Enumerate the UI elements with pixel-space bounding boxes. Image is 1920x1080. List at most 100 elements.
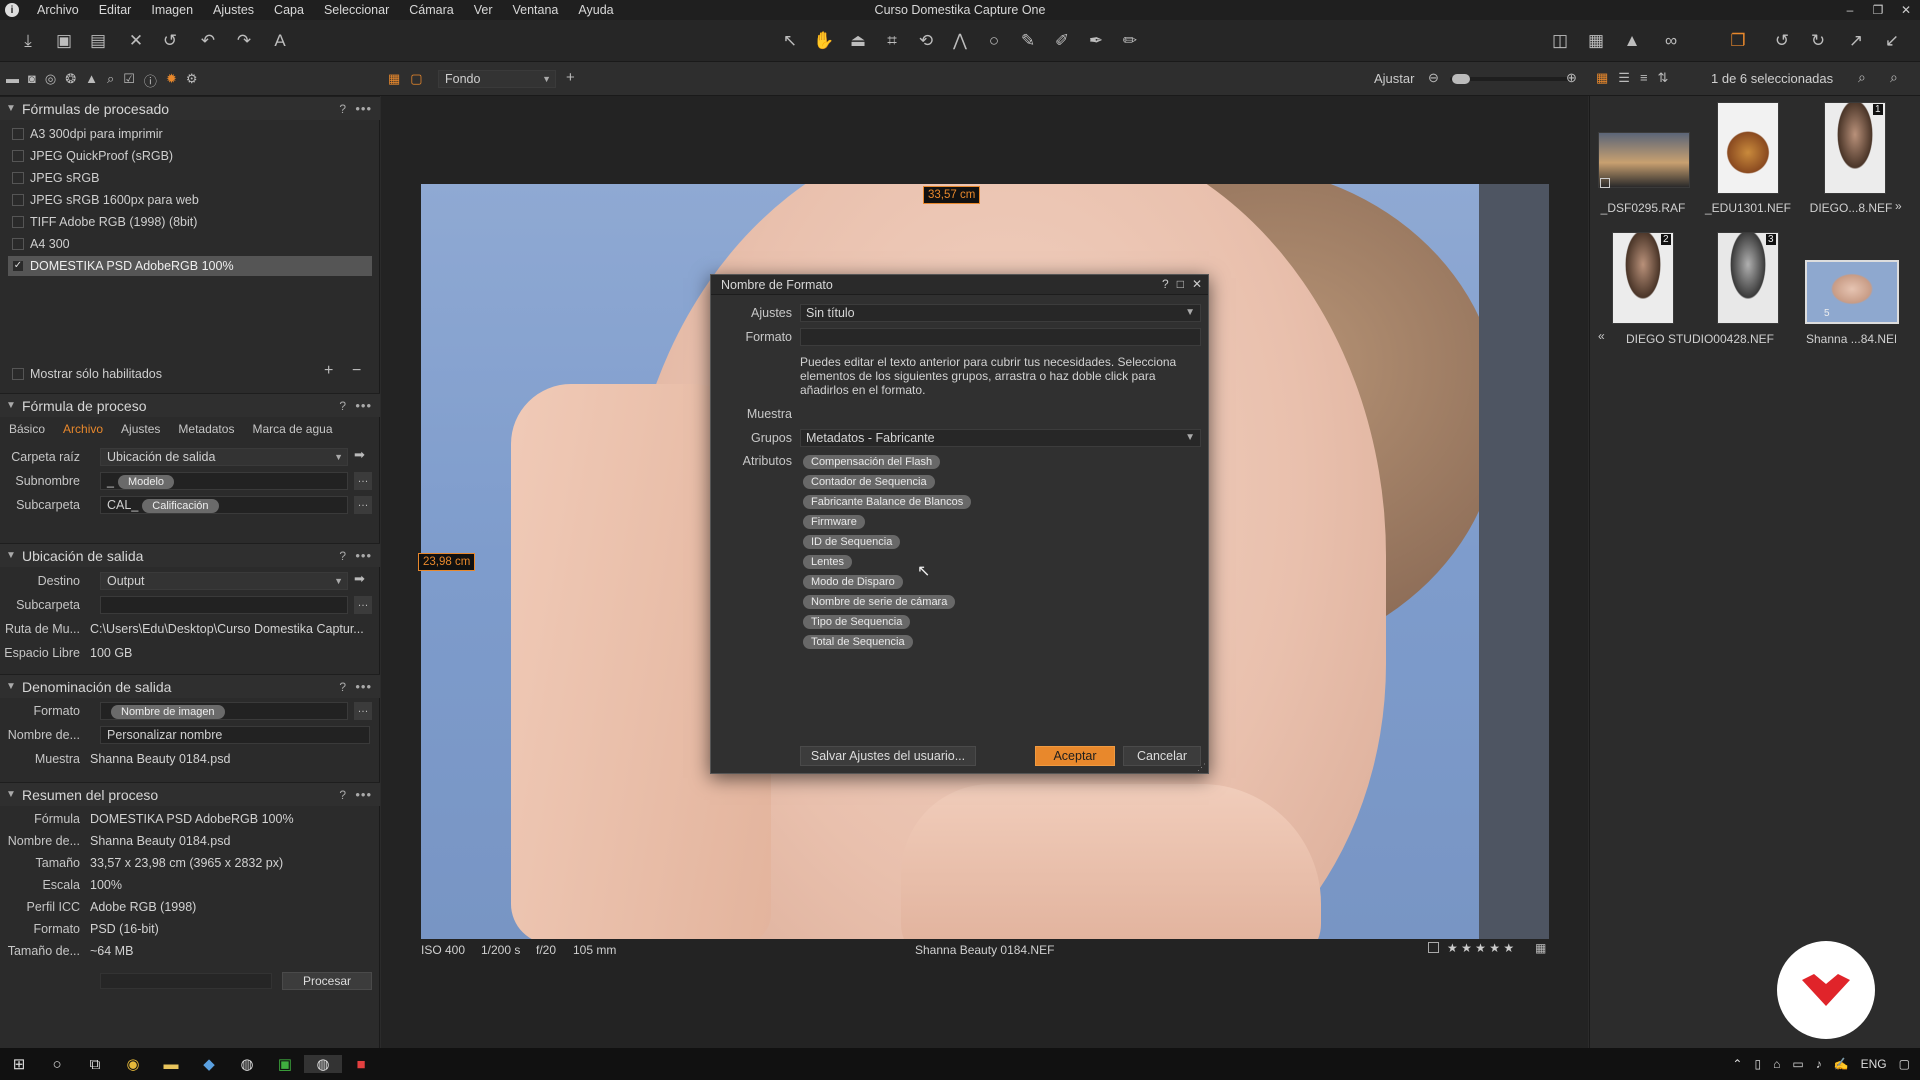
recipe-item[interactable]: A3 300dpi para imprimir: [8, 124, 372, 144]
attribute-token[interactable]: Lentes: [803, 555, 853, 569]
reset-icon[interactable]: ↺: [158, 30, 182, 52]
multi-view-icon[interactable]: ▦: [388, 71, 400, 87]
more-icon[interactable]: •••: [355, 101, 372, 116]
copy-settings-icon[interactable]: ❐: [1726, 30, 1750, 52]
process-recipe-header[interactable]: ▼ Fórmula de proceso ? •••: [0, 393, 380, 417]
hand-pan-icon[interactable]: ✋: [812, 30, 836, 52]
background-select[interactable]: Fondo ▼: [438, 70, 556, 88]
help-icon[interactable]: ?: [339, 102, 346, 116]
cancel-button[interactable]: Cancelar: [1123, 746, 1201, 766]
menu-ver[interactable]: Ver: [464, 3, 503, 17]
help-icon[interactable]: ?: [339, 680, 346, 694]
arrow-right-icon[interactable]: ➡: [354, 571, 365, 587]
keystone-icon[interactable]: ⋀: [948, 30, 972, 52]
accept-button[interactable]: Aceptar: [1035, 746, 1115, 766]
battery-icon[interactable]: ▯: [1754, 1057, 1761, 1071]
attribute-token[interactable]: ID de Sequencia: [803, 535, 901, 549]
tab-basico[interactable]: Básico: [0, 419, 54, 439]
dialog-grupos-select[interactable]: Metadatos - Fabricante ▼: [800, 429, 1201, 447]
show-enabled-checkbox[interactable]: [12, 368, 24, 380]
output-tab-icon[interactable]: ✹: [166, 71, 177, 90]
dialog-formato-input[interactable]: [800, 328, 1201, 346]
help-icon[interactable]: ?: [339, 399, 346, 413]
select-cursor-icon[interactable]: ↖: [778, 30, 802, 52]
fit-label[interactable]: Ajustar: [1374, 71, 1414, 86]
task-view-icon[interactable]: ⧉: [76, 1056, 114, 1073]
rotate-left-icon[interactable]: ↺: [1770, 30, 1794, 52]
menu-ajustes[interactable]: Ajustes: [203, 3, 264, 17]
attribute-token[interactable]: Total de Sequencia: [803, 635, 913, 649]
expand-icon[interactable]: ↗: [1844, 30, 1868, 52]
destination-select[interactable]: Output ▼: [100, 572, 348, 590]
zoom-slider[interactable]: [1450, 74, 1570, 84]
recipe-checkbox-checked[interactable]: ✓: [12, 260, 24, 272]
process-button[interactable]: Procesar: [282, 972, 372, 990]
recipe-checkbox[interactable]: [12, 128, 24, 140]
output-location-header[interactable]: ▼ Ubicación de salida ? •••: [0, 543, 380, 567]
thumb-checkbox[interactable]: [1600, 178, 1610, 188]
dialog-ajustes-select[interactable]: Sin título ▼: [800, 304, 1201, 322]
recipe-item-selected[interactable]: ✓ DOMESTIKA PSD AdobeRGB 100%: [8, 256, 372, 276]
more-icon[interactable]: •••: [355, 398, 372, 413]
proof-icon[interactable]: ◫: [1548, 30, 1572, 52]
output-naming-header[interactable]: ▼ Denominación de salida ? •••: [0, 674, 380, 698]
search-icon[interactable]: ⌕: [1890, 69, 1898, 86]
recipe-checkbox[interactable]: [12, 172, 24, 184]
next-icon[interactable]: »: [1895, 199, 1902, 213]
token-modelo[interactable]: Modelo: [117, 475, 175, 489]
recipe-checkbox[interactable]: [12, 238, 24, 250]
chrome-icon[interactable]: ◉: [114, 1055, 152, 1073]
attribute-token[interactable]: Nombre de serie de cámara: [803, 595, 956, 609]
capture-one-icon[interactable]: ◍: [228, 1055, 266, 1073]
tray-chevron-icon[interactable]: ⌃: [1732, 1057, 1742, 1071]
add-recipe-icon[interactable]: +: [324, 362, 333, 380]
attribute-token[interactable]: Firmware: [803, 515, 865, 529]
text-tool-icon[interactable]: A: [268, 30, 292, 52]
language-indicator[interactable]: ENG: [1861, 1057, 1887, 1071]
menu-imagen[interactable]: Imagen: [141, 3, 203, 17]
recipe-item[interactable]: JPEG sRGB 1600px para web: [8, 190, 372, 210]
dialog-titlebar[interactable]: Nombre de Formato ? □ ✕: [711, 275, 1208, 295]
volume-icon[interactable]: ♪: [1816, 1057, 1822, 1071]
batch-tab-icon[interactable]: ⚙: [186, 71, 198, 90]
recipe-item[interactable]: JPEG QuickProof (sRGB): [8, 146, 372, 166]
thumbnail[interactable]: [1824, 102, 1886, 194]
tab-archivo[interactable]: Archivo: [54, 419, 112, 439]
rotate-icon[interactable]: ⟲: [914, 30, 938, 52]
rotate-right-icon[interactable]: ↻: [1806, 30, 1830, 52]
folder-icon[interactable]: ▤: [86, 30, 110, 52]
menu-seleccionar[interactable]: Seleccionar: [314, 3, 399, 17]
minimize-button[interactable]: –: [1836, 0, 1864, 20]
sort-icon[interactable]: ⇅: [1658, 70, 1669, 86]
metadata-tab-icon[interactable]: ⓘ: [144, 71, 157, 90]
capture-one-active-icon[interactable]: ◍: [304, 1055, 342, 1073]
recipe-item[interactable]: JPEG sRGB: [8, 168, 372, 188]
recipe-item[interactable]: A4 300: [8, 234, 372, 254]
display-icon[interactable]: ▭: [1792, 1057, 1803, 1071]
more-icon[interactable]: •••: [355, 679, 372, 694]
adjustments-tab-icon[interactable]: ☑: [123, 71, 135, 90]
thumbnail[interactable]: [1598, 132, 1690, 188]
color-tab-icon[interactable]: ❂: [65, 71, 76, 90]
details-tab-icon[interactable]: ⌕: [107, 71, 114, 90]
menu-ventana[interactable]: Ventana: [503, 3, 569, 17]
save-user-settings-button[interactable]: Salvar Ajustes del usuario...: [800, 746, 976, 766]
recipe-checkbox[interactable]: [12, 194, 24, 206]
library-tab-icon[interactable]: ▬: [6, 71, 19, 90]
delete-icon[interactable]: ✕: [124, 30, 148, 52]
lens-tab-icon[interactable]: ◎: [45, 71, 56, 90]
exposure-tab-icon[interactable]: ▲: [85, 71, 98, 90]
subname-field[interactable]: _ Modelo: [100, 472, 348, 490]
zoom-out-icon[interactable]: ⊖: [1428, 70, 1439, 86]
recipe-checkbox[interactable]: [12, 216, 24, 228]
add-icon[interactable]: +: [566, 69, 575, 86]
tab-metadatos[interactable]: Metadatos: [169, 419, 243, 439]
token-nombre-de-imagen[interactable]: Nombre de imagen: [111, 705, 225, 719]
camera-icon[interactable]: ▣: [52, 30, 76, 52]
list-view-icon[interactable]: ☰: [1618, 70, 1630, 86]
zoom-slider-handle[interactable]: [1452, 74, 1470, 84]
remove-recipe-icon[interactable]: −: [352, 362, 361, 380]
more-icon[interactable]: •••: [355, 548, 372, 563]
thumbnail[interactable]: [1612, 232, 1674, 324]
menu-ayuda[interactable]: Ayuda: [568, 3, 623, 17]
